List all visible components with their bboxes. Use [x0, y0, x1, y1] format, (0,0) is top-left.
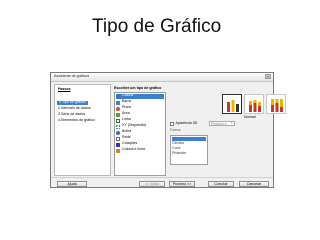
chart-type-label: Bolha	[122, 129, 132, 133]
stock-chart-icon	[116, 142, 120, 147]
subtype-label: Normal	[244, 115, 256, 119]
close-button[interactable]: ×	[265, 74, 271, 79]
chart-type-label: Coluna	[122, 93, 134, 97]
dialog-titlebar: Assistente de gráficos ×	[51, 73, 273, 82]
chart-type-label: Pizza	[122, 105, 131, 109]
net-chart-icon	[116, 136, 120, 141]
bar-chart-icon	[116, 100, 120, 105]
appearance-3d-dropdown[interactable]: Realístico ▾	[209, 121, 235, 126]
variant-normal[interactable]	[222, 94, 242, 114]
dialog-title: Assistente de gráficos	[54, 74, 90, 78]
step-chart-type[interactable]: 1.Tipo de gráfico	[57, 100, 88, 105]
steps-panel: Passos 1.Tipo de gráfico 2.Intervalo de …	[54, 84, 111, 176]
column-line-chart-icon	[116, 148, 120, 153]
appearance-3d-row[interactable]: Aparência 3D	[170, 121, 198, 127]
next-button[interactable]: Próximo >>	[169, 181, 195, 187]
shape-item-pyramid[interactable]: Pirâmide	[172, 151, 206, 156]
chart-type-item-column-line[interactable]: Coluna e linha	[116, 147, 164, 153]
step-chart-elements[interactable]: 4.Elementos do gráfico	[58, 118, 95, 123]
chart-type-label: Linha	[122, 117, 131, 121]
help-button[interactable]: Ajuda	[57, 181, 87, 187]
appearance-3d-checkbox[interactable]	[170, 122, 174, 126]
chart-subtype-variants: Normal	[170, 92, 286, 120]
chart-wizard-dialog: Assistente de gráficos × Passos 1.Tipo d…	[50, 72, 286, 188]
step-data-range[interactable]: 2.Intervalo de dados	[58, 106, 91, 111]
chart-type-label: Barra	[122, 99, 131, 103]
shape-label: Forma	[170, 128, 181, 132]
scatter-chart-icon	[116, 124, 120, 129]
shape-list[interactable]: Cilindro Cone Pirâmide	[170, 135, 208, 165]
column-normal-icon	[227, 100, 239, 112]
chart-type-label: Coluna e linha	[122, 147, 145, 151]
column-percent-icon	[271, 99, 283, 112]
pie-chart-icon	[116, 106, 120, 111]
chevron-down-icon: ▾	[231, 121, 233, 125]
chart-type-panel: Escolher um tipo de gráfico Coluna Barra…	[114, 84, 286, 176]
line-chart-icon	[116, 118, 120, 123]
dialog-button-bar: Ajuda << Voltar Próximo >> Concluir Canc…	[51, 177, 273, 188]
column-chart-icon	[116, 94, 120, 99]
variant-stacked[interactable]	[244, 94, 264, 114]
column-stacked-icon	[249, 100, 261, 112]
bubble-chart-icon	[116, 130, 120, 135]
slide-title: Tipo de Gráfico	[92, 16, 222, 37]
chart-type-label: Rede	[122, 135, 131, 139]
variant-percent-stacked[interactable]	[266, 94, 286, 114]
area-chart-icon	[116, 112, 120, 117]
chart-type-label: XY (Dispersão)	[122, 123, 147, 127]
step-data-series[interactable]: 3.Série de dados	[58, 112, 85, 117]
appearance-3d-label: Aparência 3D	[175, 121, 198, 125]
finish-button[interactable]: Concluir	[208, 181, 234, 187]
appearance-3d-value: Realístico	[211, 122, 227, 126]
chart-type-label: Cotações	[122, 141, 138, 145]
back-button[interactable]: << Voltar	[139, 181, 165, 187]
chart-type-list[interactable]: Coluna Barra Pizza Área Linha XY (Disper…	[114, 92, 166, 176]
chart-type-header: Escolher um tipo de gráfico	[114, 86, 162, 90]
steps-header: Passos	[58, 87, 71, 91]
chart-type-label: Área	[122, 111, 130, 115]
cancel-button[interactable]: Cancelar	[239, 181, 269, 187]
